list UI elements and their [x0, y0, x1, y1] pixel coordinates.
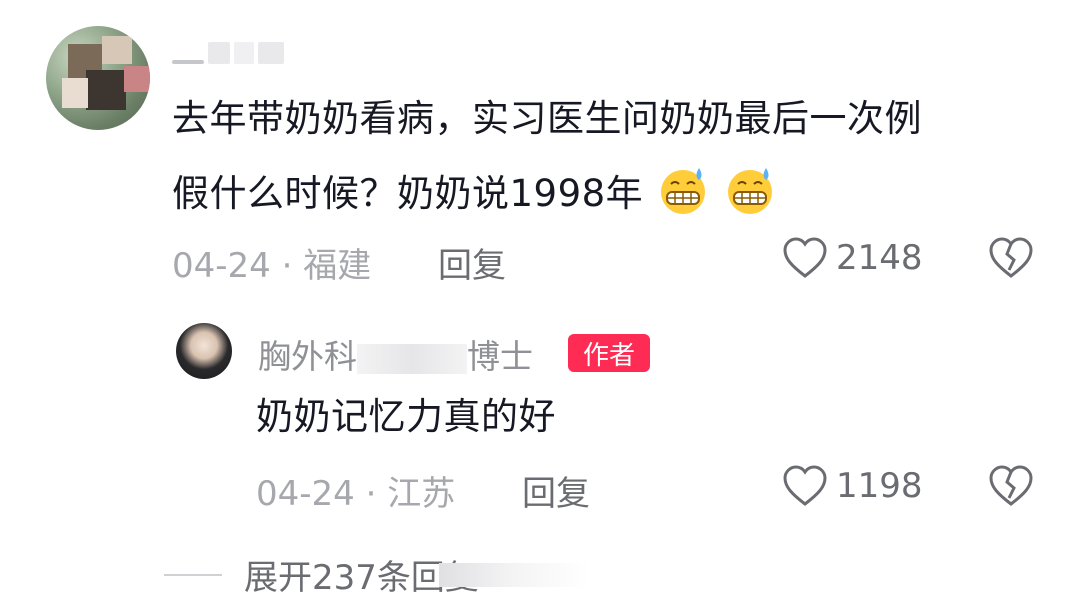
heart-outline-icon	[783, 465, 827, 506]
comment-like-count: 2148	[836, 238, 923, 278]
author-badge: 作者	[568, 334, 650, 372]
expand-redacted-fade	[438, 562, 589, 587]
comment-date-location: 04-24 · 福建	[172, 246, 372, 286]
reply-dislike-button[interactable]	[988, 464, 1034, 512]
comment-text-line2-content: 假什么时候？奶奶说1998年	[172, 172, 644, 215]
reply-like-button[interactable]: 1198	[782, 464, 923, 508]
reply-text: 奶奶记忆力真的好	[256, 395, 556, 438]
reply-date-location: 04-24 · 江苏	[256, 474, 456, 514]
author-avatar[interactable]	[176, 323, 232, 379]
reply-reply-button[interactable]: 回复	[522, 466, 590, 515]
expand-replies-button[interactable]: 展开237条回复	[164, 550, 589, 599]
grimacing-sweat-emoji-icon	[727, 168, 772, 214]
reply-like-count: 1198	[836, 466, 923, 506]
author-username-prefix: 胸外科	[258, 337, 357, 376]
author-username-redacted	[357, 343, 467, 374]
heart-outline-icon	[783, 237, 827, 278]
comment-like-button[interactable]: 2148	[782, 236, 923, 280]
commenter-username-redacted[interactable]	[172, 38, 288, 64]
author-username[interactable]: 胸外科 博士	[258, 330, 533, 378]
comment-text-line1: 去年带奶奶看病，实习医生问奶奶最后一次例	[172, 97, 922, 140]
author-username-suffix: 博士	[467, 337, 533, 376]
comment-text-line2: 假什么时候？奶奶说1998年	[172, 164, 776, 217]
grimacing-sweat-emoji-icon	[661, 168, 706, 214]
expand-divider-line	[164, 573, 222, 576]
commenter-avatar[interactable]	[46, 26, 150, 130]
broken-heart-icon	[989, 465, 1033, 506]
comment-dislike-button[interactable]	[988, 236, 1034, 284]
broken-heart-icon	[989, 237, 1033, 278]
comment-reply-button[interactable]: 回复	[438, 238, 506, 287]
